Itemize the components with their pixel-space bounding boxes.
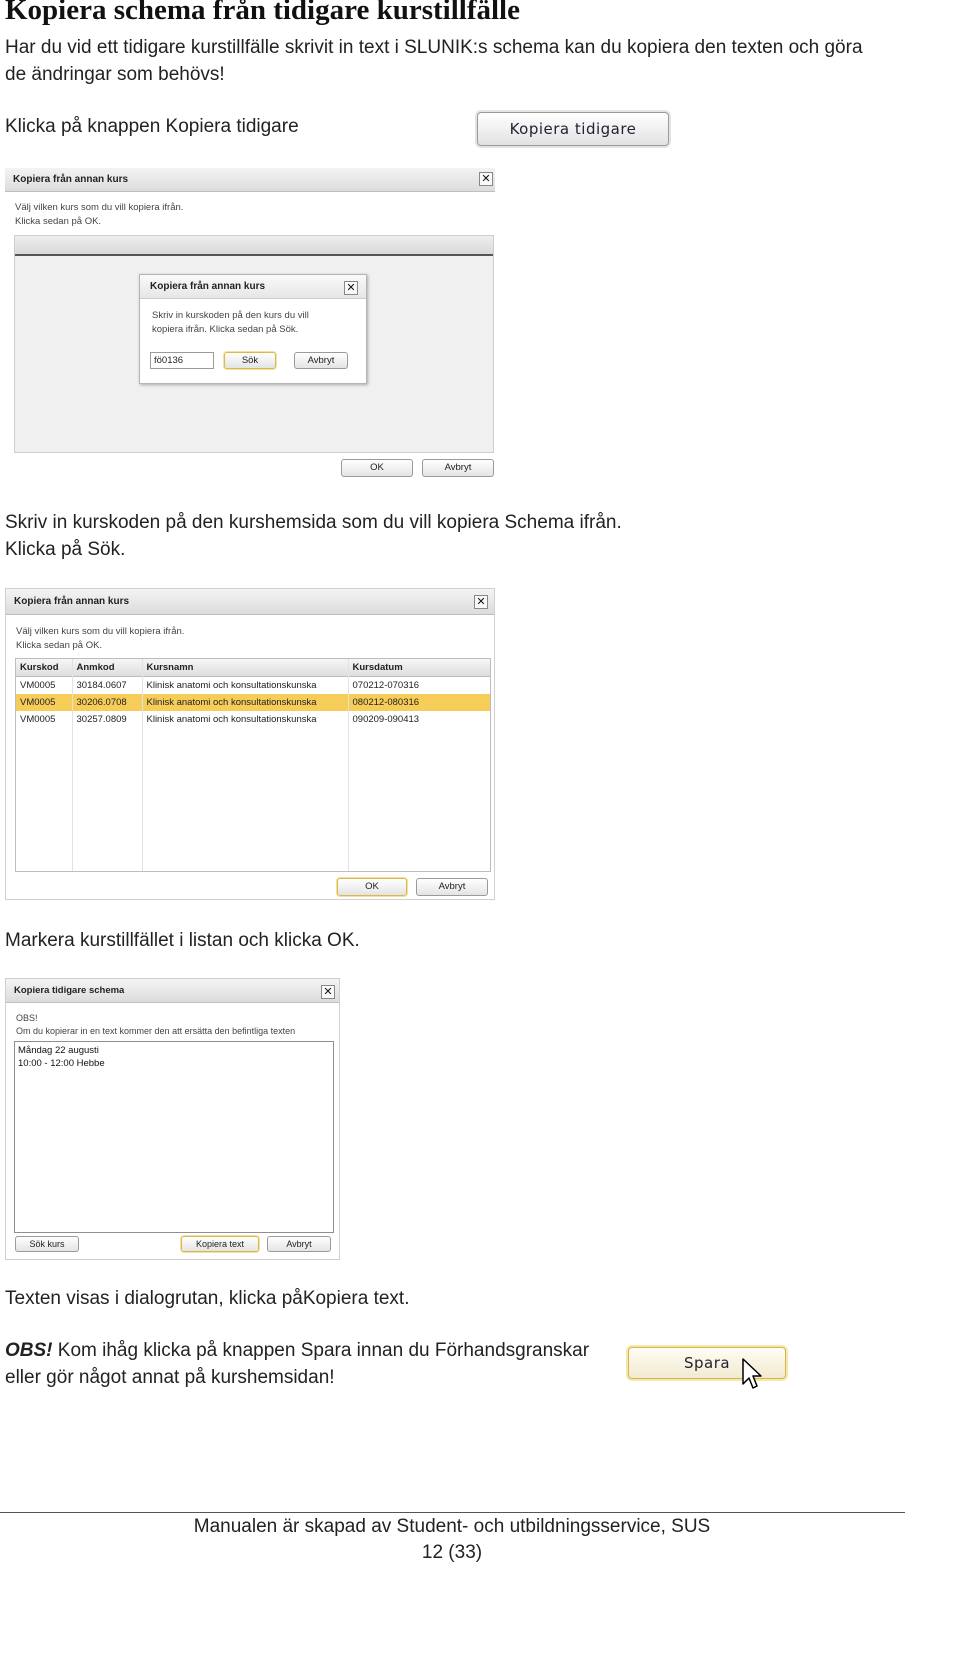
table-row[interactable]: VM0005 30257.0809 Klinisk anatomi och ko… [16, 711, 490, 728]
inner-text-1: Skriv in kurskoden på den kurs du vill [152, 310, 309, 321]
results-panel: Kopiera från annan kurs ✕ Skriv in kursk… [14, 235, 494, 453]
copy-text-button[interactable]: Kopiera text [181, 1236, 259, 1252]
column-divider [348, 659, 349, 871]
kopiera-tidigare-label: Kopiera tidigare [509, 120, 637, 138]
schedule-text-line-1: Måndag 22 augusti [18, 1045, 99, 1056]
dialog-titlebar-2: Kopiera från annan kurs [6, 589, 494, 615]
save-label: Spara [683, 1354, 731, 1372]
cell-kurskod: VM0005 [16, 711, 73, 728]
page-number: 12 (33) [421, 1542, 483, 1563]
column-divider [72, 659, 73, 871]
obs-note-text: Kom ihåg klicka på knappen Spara innan d… [52, 1340, 590, 1361]
cell-kursnamn: Klinisk anatomi och konsultationskunska [142, 711, 349, 728]
ok-button-2[interactable]: OK [337, 878, 407, 896]
cell-kursdatum: 080212-080316 [348, 694, 490, 711]
footer-credit: Manualen är skapad av Student- och utbil… [193, 1516, 711, 1537]
close-icon[interactable]: ✕ [479, 172, 493, 186]
course-code-input[interactable]: fö0136 [150, 352, 214, 369]
inner-close-icon[interactable]: ✕ [344, 281, 358, 295]
cell-kurskod: VM0005 [16, 694, 73, 711]
search-button[interactable]: Sök [224, 352, 276, 369]
cell-kursdatum: 070212-070316 [348, 676, 490, 694]
search-course-label: Sök kurs [29, 1239, 65, 1249]
course-table: Kurskod Anmkod Kursnamn Kursdatum VM0005… [16, 659, 490, 728]
course-list: Kurskod Anmkod Kursnamn Kursdatum VM0005… [15, 658, 491, 872]
close-icon-3[interactable]: ✕ [321, 985, 335, 999]
search-course-button[interactable]: Sök kurs [15, 1236, 79, 1252]
cell-kurskod: VM0005 [16, 676, 73, 694]
step1-text: Klicka på knappen Kopiera tidigare [5, 116, 299, 137]
course-code-value: fö0136 [154, 355, 184, 366]
dialog-titlebar-3: Kopiera tidigare schema [6, 979, 339, 1003]
close-icon-2[interactable]: ✕ [474, 595, 488, 609]
ok-label-2: OK [365, 881, 379, 892]
table-row-selected[interactable]: VM0005 30206.0708 Klinisk anatomi och ko… [16, 694, 490, 711]
screenshot-copy-schedule-dialog: Kopiera tidigare schema ✕ OBS! Om du kop… [5, 978, 340, 1260]
cell-anmkod: 30206.0708 [72, 694, 143, 711]
cell-anmkod: 30184.0607 [72, 676, 143, 694]
dialog-titlebar: Kopiera från annan kurs [5, 168, 495, 192]
screenshot-copy-dialog-search: Kopiera från annan kurs ✕ Välj vilken ku… [5, 165, 495, 479]
page-heading: Kopiera schema från tidigare kurstillfäl… [5, 0, 520, 26]
inner-text-2: kopiera ifrån. Klicka sedan på Sök. [152, 324, 299, 335]
inner-dialog-title: Kopiera från annan kurs [150, 281, 266, 292]
column-divider [142, 659, 143, 871]
step3-text: Markera kurstillfället i listan och klic… [5, 930, 360, 951]
cancel-button-2[interactable]: Avbryt [416, 878, 488, 896]
search-button-label: Sök [241, 355, 259, 366]
inner-cancel-label: Avbryt [307, 355, 335, 366]
table-row[interactable]: VM0005 30184.0607 Klinisk anatomi och ko… [16, 676, 490, 694]
cell-kursdatum: 090209-090413 [348, 711, 490, 728]
cancel-label: Avbryt [444, 462, 472, 473]
ok-button[interactable]: OK [341, 459, 413, 477]
mouse-cursor-icon [742, 1358, 762, 1389]
obs-label: OBS! [5, 1340, 53, 1361]
intro-line-2: de ändringar som behövs! [5, 64, 225, 85]
intro-line-1: Har du vid ett tidigare kurstillfälle sk… [5, 37, 863, 58]
dialog2-instruction-1: Välj vilken kurs som du vill kopiera ifr… [16, 626, 185, 637]
column-header-kurskod[interactable]: Kurskod [16, 659, 73, 677]
dialog-title-2: Kopiera från annan kurs [14, 596, 130, 607]
cancel-label-3: Avbryt [286, 1239, 312, 1249]
copy-text-label: Kopiera text [195, 1239, 245, 1249]
results-header [15, 236, 493, 256]
column-header-anmkod[interactable]: Anmkod [72, 659, 143, 677]
cell-kursnamn: Klinisk anatomi och konsultationskunska [142, 676, 349, 694]
ok-label: OK [370, 462, 384, 473]
dialog-title: Kopiera från annan kurs [13, 174, 129, 185]
schedule-text-area[interactable]: Måndag 22 augusti 10:00 - 12:00 Hebbe [14, 1041, 334, 1233]
cancel-label-2: Avbryt [438, 881, 466, 892]
obs-note-line-1: OBS! Kom ihåg klicka på knappen Spara in… [5, 1337, 589, 1365]
kopiera-tidigare-button[interactable]: Kopiera tidigare [477, 112, 669, 146]
table-header-row: Kurskod Anmkod Kursnamn Kursdatum [16, 659, 490, 677]
step4-text: Texten visas i dialogrutan, klicka påKop… [5, 1288, 410, 1309]
dialog-instruction-1: Välj vilken kurs som du vill kopiera ifr… [15, 202, 184, 213]
dialog2-instruction-2: Klicka sedan på OK. [16, 640, 103, 651]
screenshot-copy-dialog-results: Kopiera från annan kurs ✕ Välj vilken ku… [5, 588, 495, 900]
replace-warning: Om du kopierar in en text kommer den att… [16, 1026, 296, 1036]
cell-anmkod: 30257.0809 [72, 711, 143, 728]
column-header-kursnamn[interactable]: Kursnamn [142, 659, 349, 677]
step2-line-1: Skriv in kurskoden på den kurshemsida so… [5, 512, 622, 533]
cancel-button[interactable]: Avbryt [422, 459, 494, 477]
cancel-button-3[interactable]: Avbryt [267, 1236, 331, 1252]
inner-cancel-button[interactable]: Avbryt [294, 352, 348, 369]
footer-rule [0, 1512, 905, 1513]
dialog-title-3: Kopiera tidigare schema [14, 985, 125, 996]
schedule-text-line-2: 10:00 - 12:00 Hebbe [18, 1058, 105, 1069]
obs-label-small: OBS! [16, 1013, 38, 1023]
inner-search-dialog: Kopiera från annan kurs ✕ Skriv in kursk… [139, 274, 367, 384]
step2-line-2: Klicka på Sök. [5, 539, 126, 560]
obs-note-line-2: eller gör något annat på kurshemsidan! [5, 1367, 335, 1388]
column-header-kursdatum[interactable]: Kursdatum [348, 659, 490, 677]
cell-kursnamn: Klinisk anatomi och konsultationskunska [142, 694, 349, 711]
dialog-instruction-2: Klicka sedan på OK. [15, 216, 102, 227]
inner-dialog-titlebar: Kopiera från annan kurs [140, 275, 366, 299]
